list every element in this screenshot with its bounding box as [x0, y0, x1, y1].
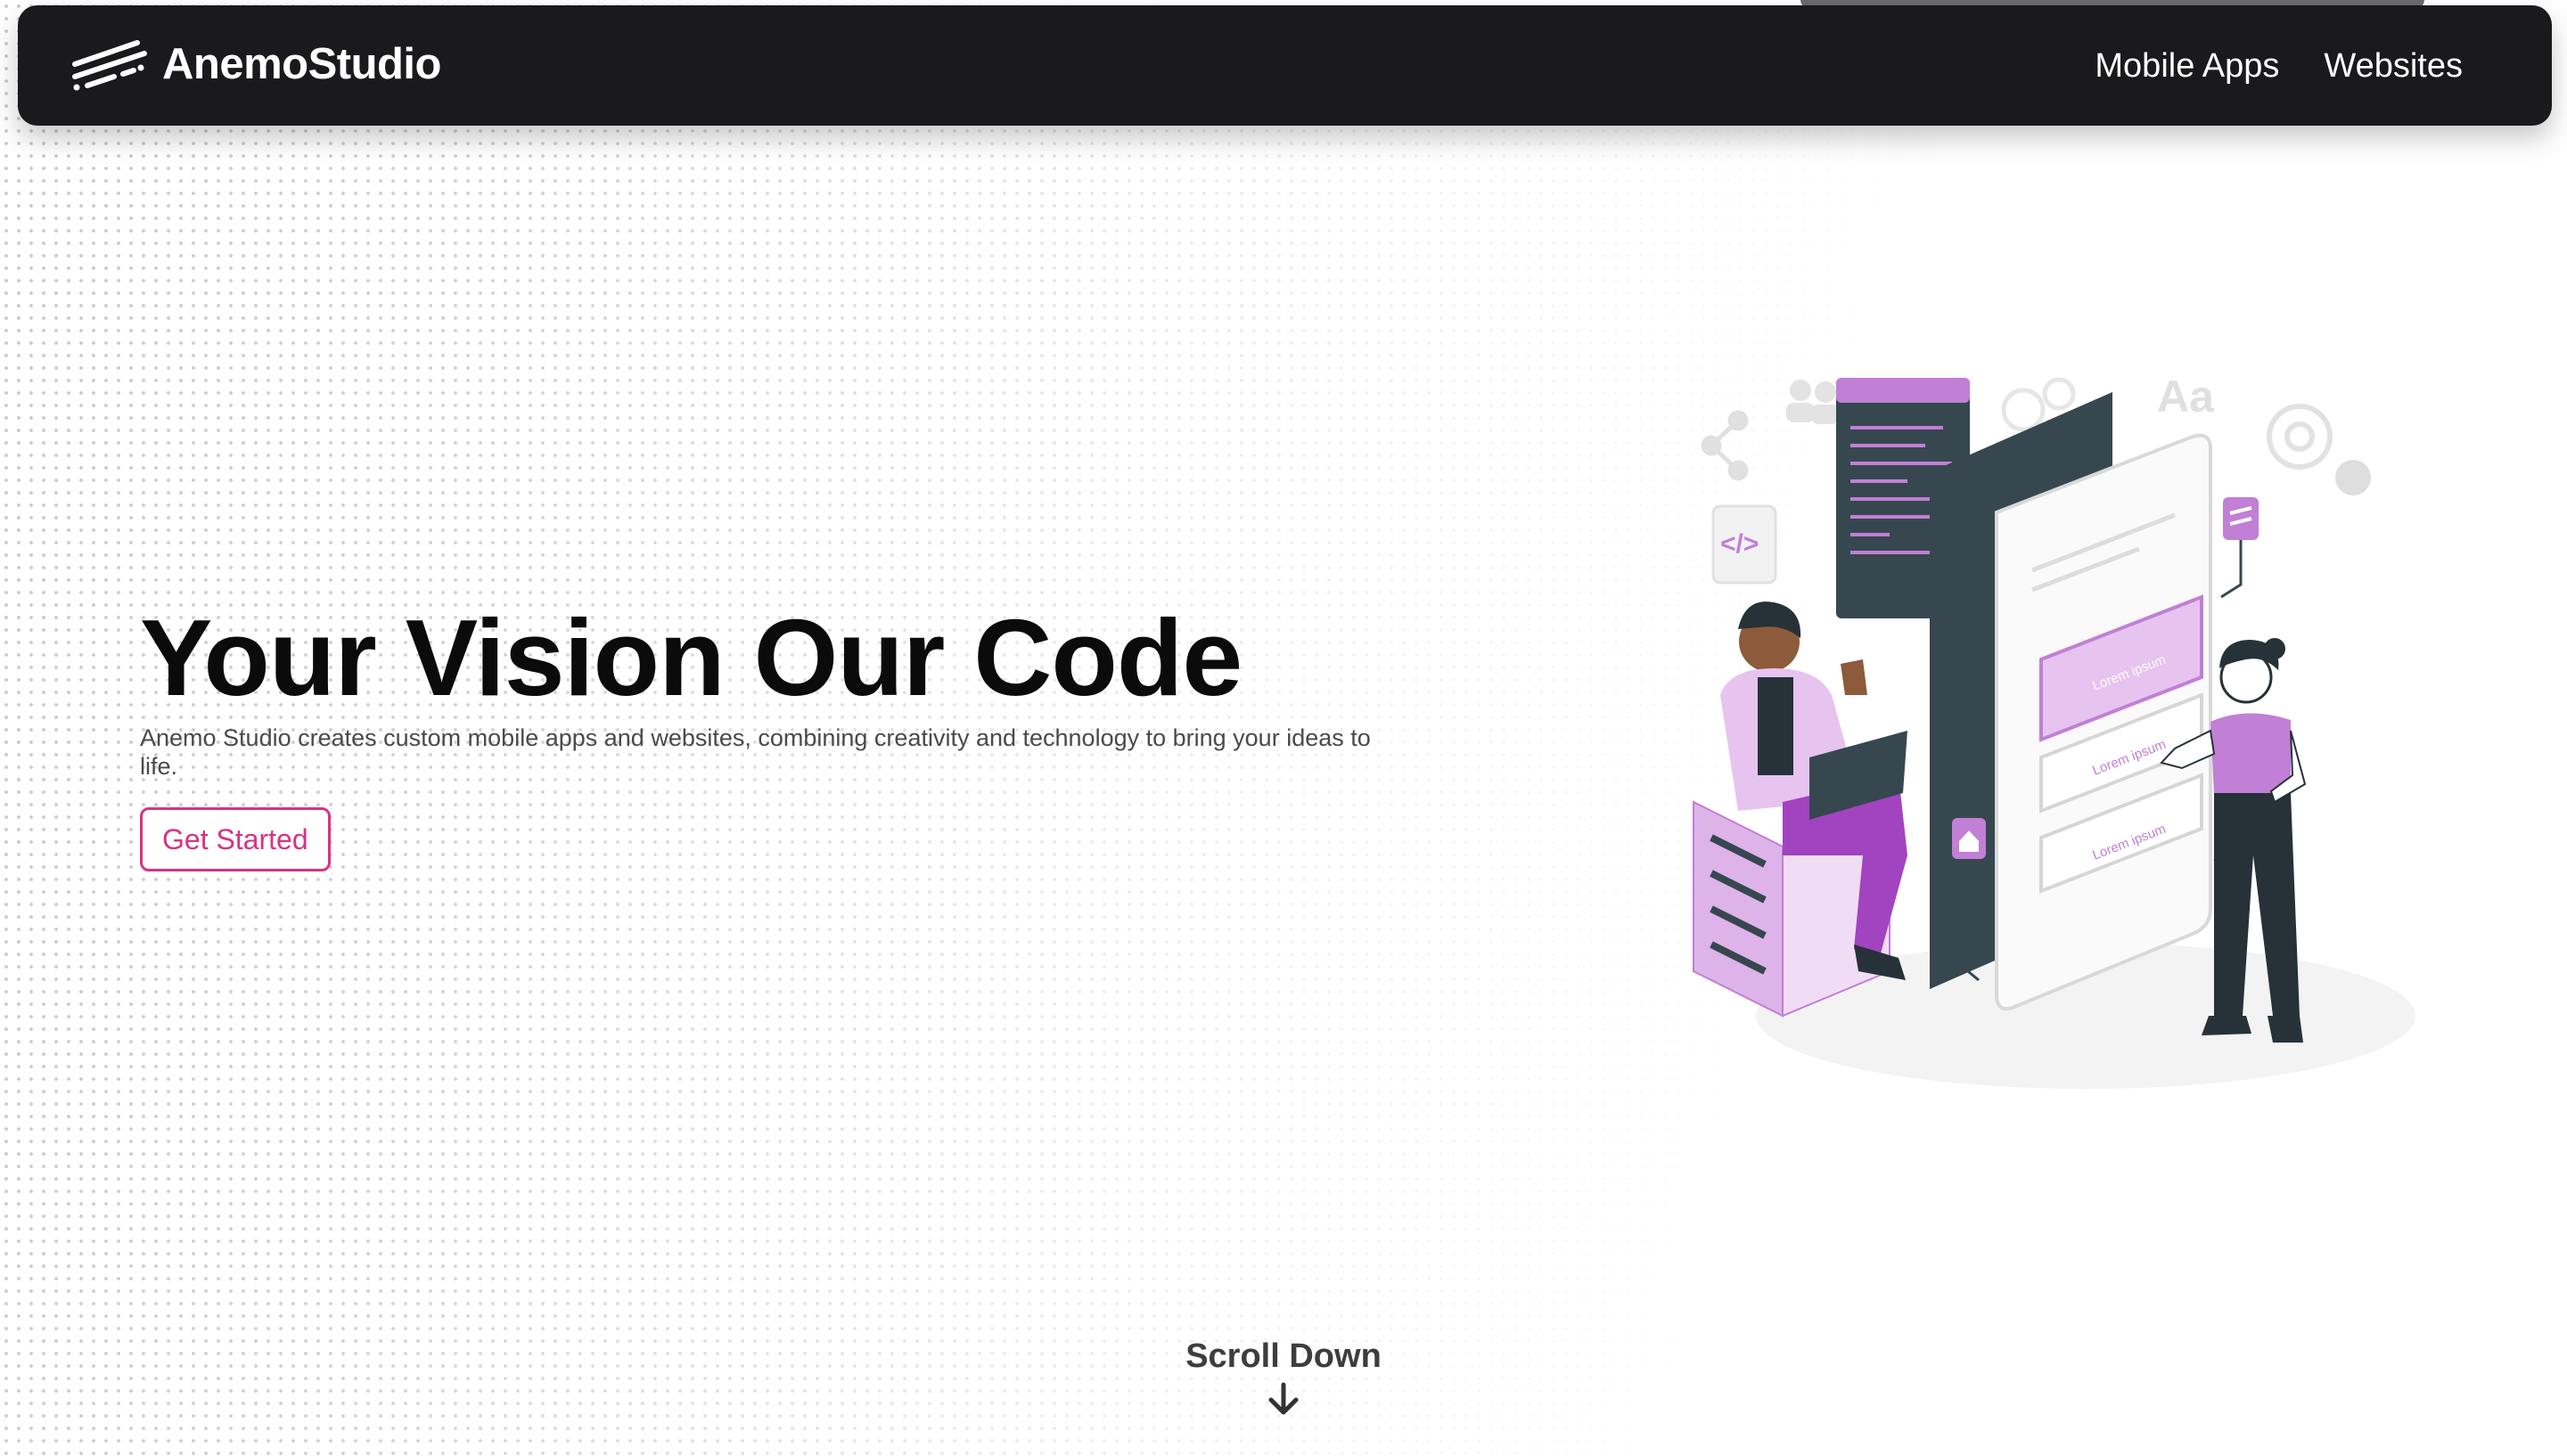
code-badge-glyph: </>: [1720, 529, 1759, 559]
navbar: AnemoStudio Mobile Apps Websites: [18, 5, 2552, 126]
scroll-down-label: Scroll Down: [1185, 1337, 1382, 1375]
scroll-down-indicator[interactable]: Scroll Down: [1105, 1337, 1462, 1417]
gear-icon: [2335, 460, 2371, 495]
nav-websites-link[interactable]: Websites: [2324, 46, 2463, 86]
gear-icon: [2267, 404, 2333, 470]
arrow-down-icon: [1268, 1382, 1299, 1415]
hero-section: Your Vision Our Code Anemo Studio create…: [140, 595, 1406, 871]
get-started-button[interactable]: Get Started: [140, 807, 331, 871]
hero-title: Your Vision Our Code: [140, 597, 1242, 718]
users-icon: [1786, 380, 1840, 424]
hero-description: Anemo Studio creates custom mobile apps …: [140, 724, 1371, 780]
font-glyph: Aa: [2157, 372, 2215, 421]
main-nav: Mobile Apps Websites: [2050, 46, 2463, 86]
list-icon: [2223, 497, 2259, 540]
brand[interactable]: AnemoStudio: [71, 37, 441, 91]
share-icon: [1701, 410, 1749, 481]
nav-mobile-apps-link[interactable]: Mobile Apps: [2095, 46, 2279, 86]
hero-illustration: Aa </> Lorem ipsum Lorem ipsum Lorem ips…: [1693, 372, 2415, 1089]
wind-lines-icon: [72, 40, 147, 91]
brand-name: AnemoStudio: [162, 40, 441, 88]
